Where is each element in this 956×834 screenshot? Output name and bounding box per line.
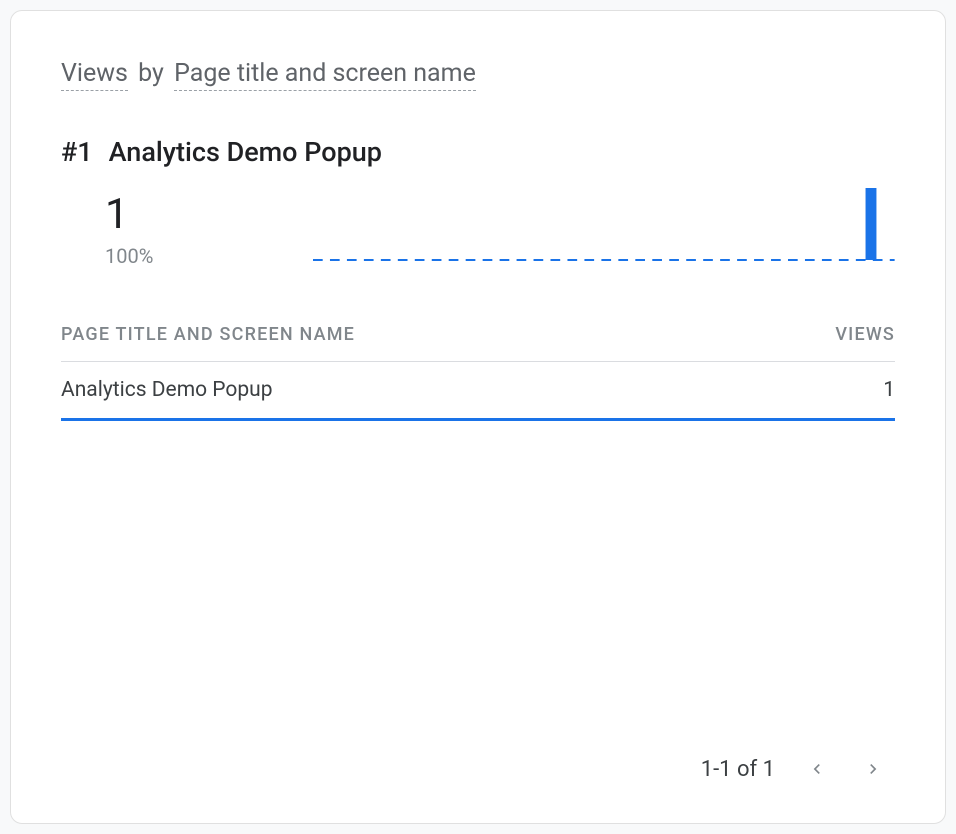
row-name: Analytics Demo Popup xyxy=(61,378,273,402)
top-item-numbers: 1 100% xyxy=(105,194,153,268)
rank-label: #1 xyxy=(61,136,93,168)
column-header-name: PAGE TITLE AND SCREEN NAME xyxy=(61,324,355,345)
card-title: Views by Page title and screen name xyxy=(61,59,895,88)
row-value: 1 xyxy=(883,378,895,402)
pagination-next-button[interactable] xyxy=(859,755,887,783)
pagination: 1-1 of 1 xyxy=(61,747,895,783)
top-item-value: 1 xyxy=(105,194,153,236)
column-header-value: VIEWS xyxy=(835,324,895,345)
top-item-percent: 100% xyxy=(105,244,153,268)
metric-name[interactable]: Views xyxy=(61,59,128,91)
dimension-name[interactable]: Page title and screen name xyxy=(174,59,476,91)
chevron-left-icon xyxy=(807,759,827,779)
top-item-name: Analytics Demo Popup xyxy=(109,136,382,168)
top-item-stats: 1 100% xyxy=(61,178,895,268)
pagination-text: 1-1 of 1 xyxy=(701,757,775,782)
by-word: by xyxy=(138,59,164,88)
table-header: PAGE TITLE AND SCREEN NAME VIEWS xyxy=(61,308,895,362)
chevron-right-icon xyxy=(863,759,883,779)
spacer xyxy=(61,421,895,747)
table-row[interactable]: Analytics Demo Popup 1 xyxy=(61,362,895,421)
sparkline-chart xyxy=(313,178,895,268)
pagination-prev-button[interactable] xyxy=(803,755,831,783)
top-item-row: #1 Analytics Demo Popup xyxy=(61,136,895,168)
analytics-card: Views by Page title and screen name #1 A… xyxy=(10,10,946,824)
